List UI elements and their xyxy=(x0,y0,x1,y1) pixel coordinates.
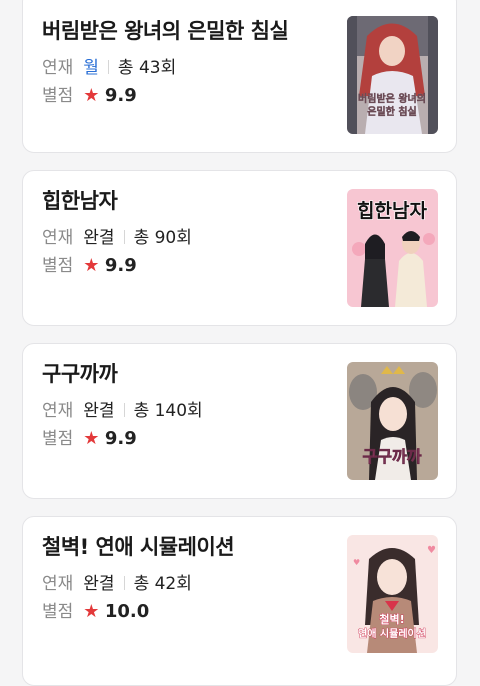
rating-value: 9.9 xyxy=(104,85,137,106)
rating-value: 10.0 xyxy=(104,601,150,622)
serial-day: 월 xyxy=(83,58,99,78)
serial-info: 연재 완결 총 42회 xyxy=(42,569,192,594)
cover-title-line: 연애 시뮬레이션 xyxy=(358,627,426,640)
serial-label: 연재 xyxy=(42,58,74,78)
rating-info: 별점 ★ 10.0 xyxy=(42,597,149,622)
rating-label: 별점 xyxy=(42,602,74,622)
webtoon-thumbnail[interactable]: 버림받은 왕녀의 은밀한 침실 xyxy=(347,16,438,134)
serial-info: 연재 월 총 43회 xyxy=(42,53,176,78)
star-icon: ★ xyxy=(83,601,100,622)
webtoon-thumbnail[interactable]: ♥ ♥ 철벽! 연애 시뮬레이션 xyxy=(347,535,438,653)
serial-info: 연재 완결 총 90회 xyxy=(42,223,192,248)
serial-label: 연재 xyxy=(42,228,74,248)
divider xyxy=(123,576,125,590)
cover-title-line: 구구까까 xyxy=(363,447,422,466)
serial-day: 완결 xyxy=(83,401,115,421)
rating-value: 9.9 xyxy=(104,255,137,276)
cover-title-line: 은밀한 침실 xyxy=(367,105,416,118)
episode-count: 총 42회 xyxy=(133,574,192,594)
heart-icon: ♥ xyxy=(427,545,436,556)
episode-count: 총 43회 xyxy=(117,58,177,78)
webtoon-card-4[interactable]: 철벽! 연애 시뮬레이션 연재 완결 총 42회 별점 ★ 10.0 ♥ ♥ 철벽! … xyxy=(22,516,457,686)
serial-label: 연재 xyxy=(42,401,74,421)
divider xyxy=(123,403,125,417)
webtoon-card-2[interactable]: 힙한남자 연재 완결 총 90회 별점 ★ 9.9 힙한남자 xyxy=(22,170,457,326)
serial-day: 완결 xyxy=(83,228,115,248)
rating-label: 별점 xyxy=(42,256,74,276)
webtoon-title: 구구까까 xyxy=(42,362,118,386)
heart-icon: ♥ xyxy=(353,558,360,567)
episode-count: 총 140회 xyxy=(133,401,203,421)
rating-label: 별점 xyxy=(42,429,74,449)
rating-label: 별점 xyxy=(42,86,74,106)
webtoon-thumbnail[interactable]: 구구까까 xyxy=(347,362,438,480)
webtoon-title: 철벽! 연애 시뮬레이션 xyxy=(42,535,235,559)
webtoon-title: 힙한남자 xyxy=(42,189,118,213)
cover-title-line: 힙한남자 xyxy=(357,200,427,222)
serial-day: 완결 xyxy=(83,574,115,594)
rating-info: 별점 ★ 9.9 xyxy=(42,251,137,276)
webtoon-title: 버림받은 왕녀의 은밀한 침실 xyxy=(42,19,289,43)
rating-info: 별점 ★ 9.9 xyxy=(42,81,137,106)
star-icon: ★ xyxy=(83,428,100,449)
star-icon: ★ xyxy=(83,85,100,106)
divider xyxy=(107,60,109,74)
webtoon-card-3[interactable]: 구구까까 연재 완결 총 140회 별점 ★ 9.9 구구까까 xyxy=(22,343,457,499)
rating-value: 9.9 xyxy=(104,428,137,449)
serial-label: 연재 xyxy=(42,574,74,594)
divider xyxy=(123,230,125,244)
cover-title-line: 철벽! xyxy=(379,612,404,626)
serial-info: 연재 완결 총 140회 xyxy=(42,396,203,421)
star-icon: ★ xyxy=(83,255,100,276)
cover-title-line: 버림받은 왕녀의 xyxy=(358,92,426,105)
webtoon-thumbnail[interactable]: 힙한남자 xyxy=(347,189,438,307)
episode-count: 총 90회 xyxy=(133,228,192,248)
webtoon-card-1[interactable]: 버림받은 왕녀의 은밀한 침실 연재 월 총 43회 별점 ★ 9.9 버림받은 왕녀… xyxy=(22,0,457,153)
rating-info: 별점 ★ 9.9 xyxy=(42,424,137,449)
